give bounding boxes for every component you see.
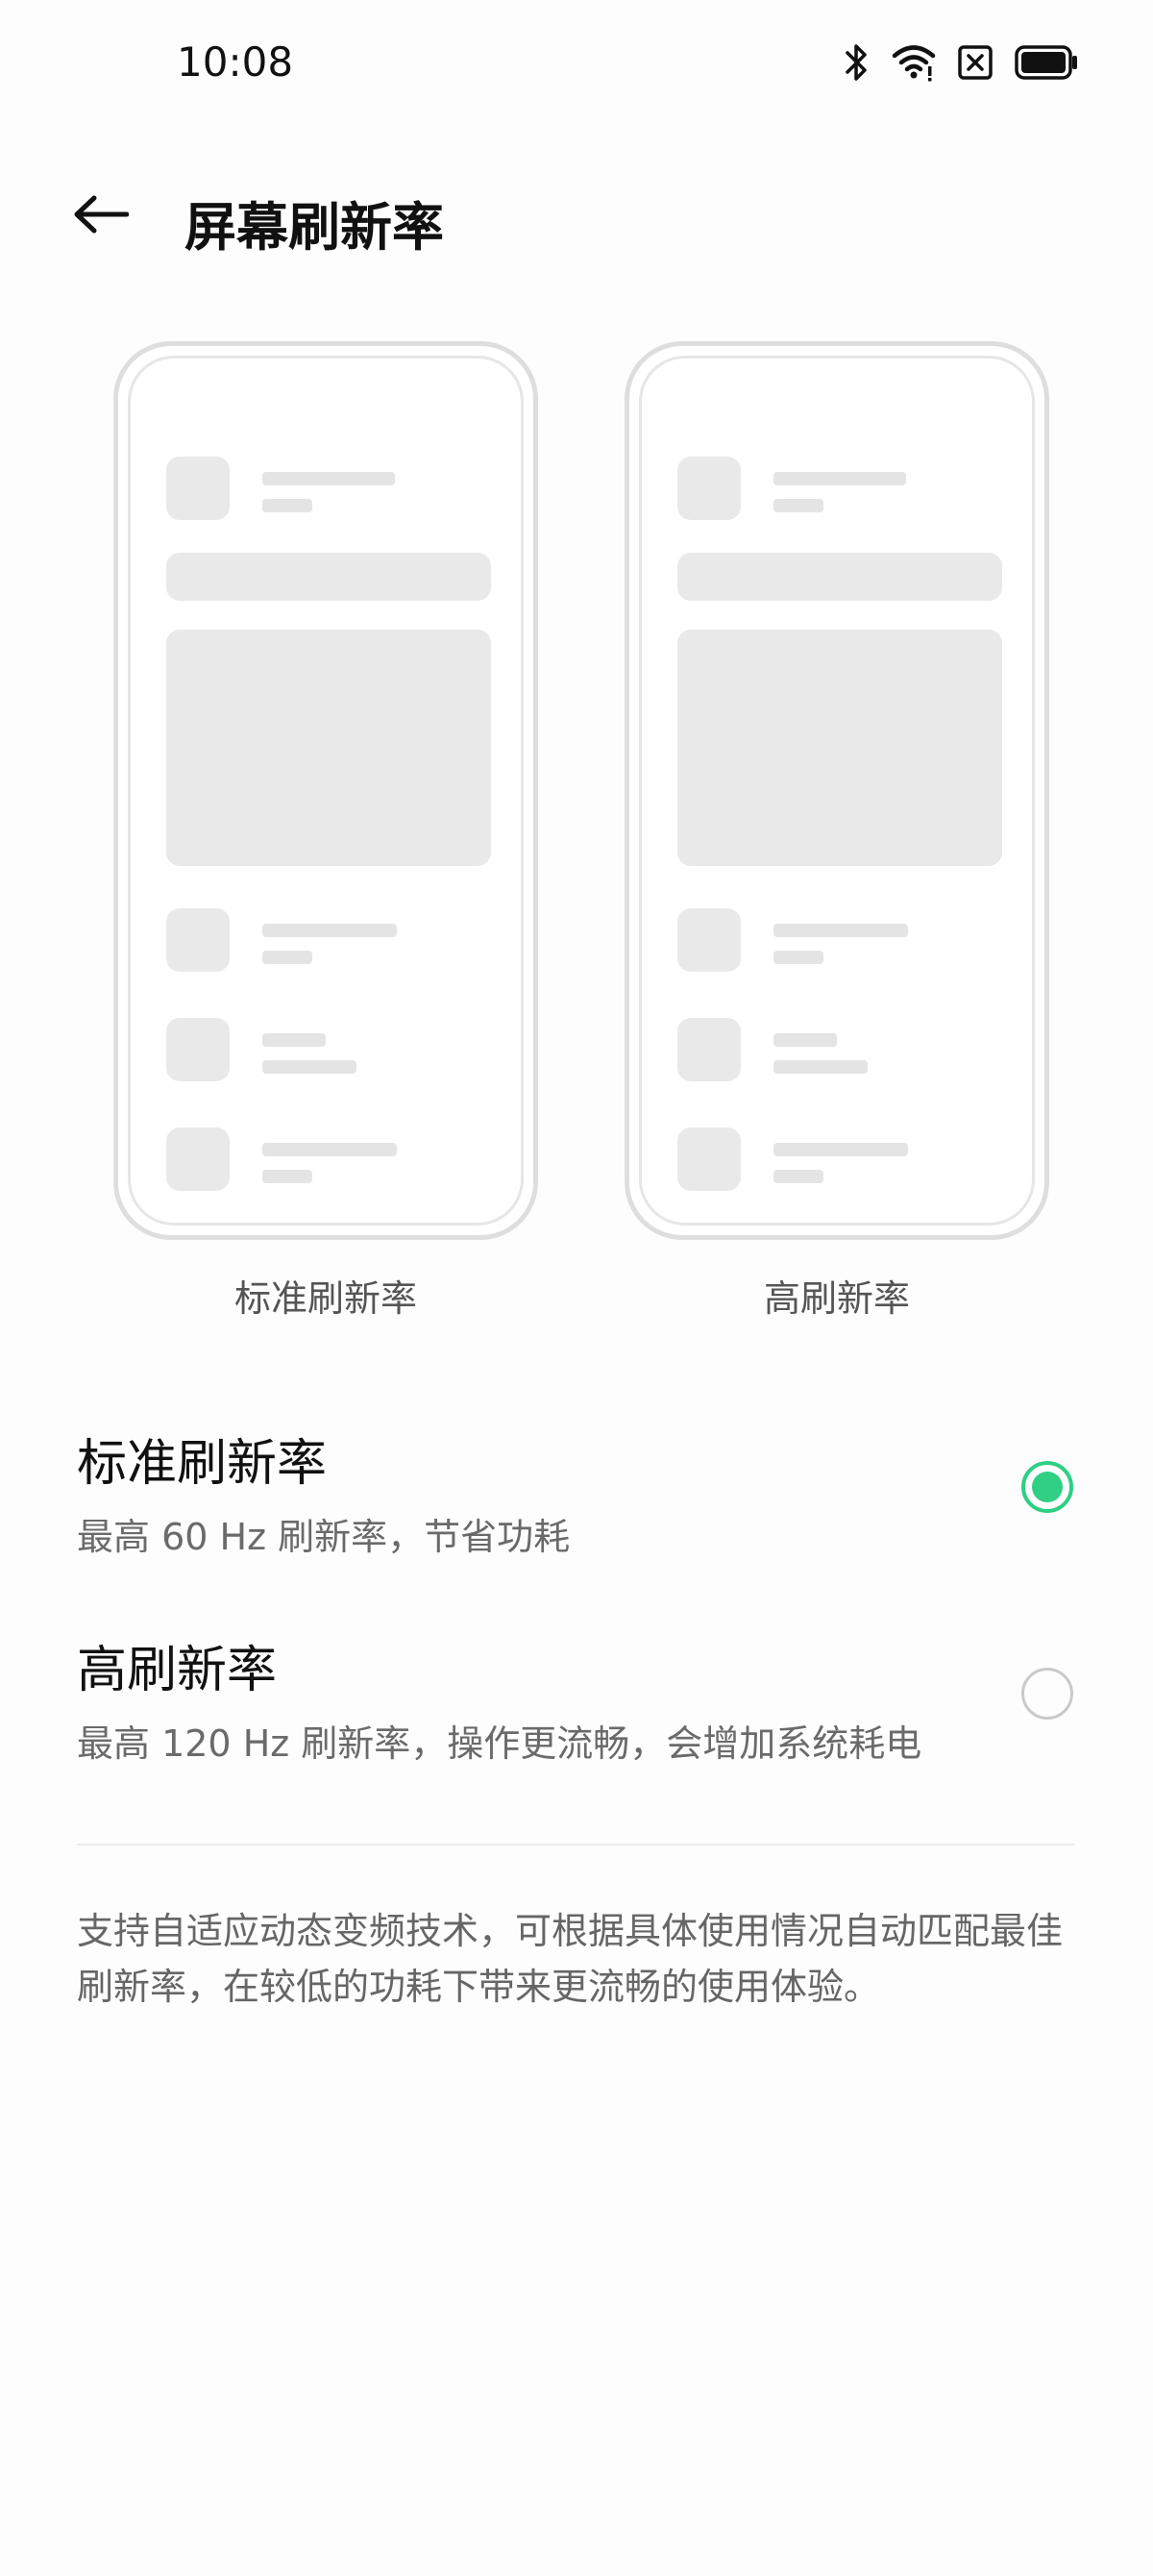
sim-off-icon — [957, 44, 994, 81]
phone-mockup — [113, 341, 538, 1240]
skeleton-line — [773, 1060, 868, 1074]
skeleton-avatar — [166, 908, 230, 972]
option-title: 高刷新率 — [77, 1642, 278, 1699]
skeleton-image — [677, 630, 1002, 866]
skeleton-line — [773, 951, 823, 964]
phone-screen — [639, 356, 1035, 1226]
skeleton-avatar — [677, 457, 741, 520]
radio-high-unselected[interactable] — [1021, 1668, 1073, 1720]
app-bar: 屏幕刷新率 — [0, 154, 1153, 279]
skeleton-avatar — [677, 908, 741, 972]
skeleton-line — [262, 1170, 312, 1183]
option-description: 最高 120 Hz 刷新率，操作更流畅，会增加系统耗电 — [77, 1722, 922, 1765]
skeleton-line — [773, 1033, 837, 1047]
skeleton-line — [262, 1060, 356, 1074]
divider — [77, 1844, 1074, 1845]
skeleton-avatar — [677, 1127, 741, 1191]
preview-label-high: 高刷新率 — [763, 1277, 910, 1320]
radio-standard-selected[interactable] — [1021, 1461, 1073, 1513]
skeleton-line — [773, 1143, 908, 1156]
skeleton-avatar — [166, 1127, 230, 1191]
footnote-text: 支持自适应动态变频技术，可根据具体使用情况自动匹配最佳刷新率，在较低的功耗下带来… — [77, 1910, 1064, 2008]
skeleton-bar — [677, 553, 1002, 601]
preview-standard: 标准刷新率 — [113, 341, 538, 1320]
skeleton-line — [773, 472, 906, 485]
status-time: 10:08 — [177, 38, 294, 86]
skeleton-line — [262, 1143, 397, 1156]
option-high-refresh[interactable]: 高刷新率 最高 120 Hz 刷新率，操作更流畅，会增加系统耗电 — [0, 1629, 1153, 1821]
skeleton-image — [166, 630, 491, 866]
skeleton-avatar — [677, 1018, 741, 1081]
battery-icon — [1015, 45, 1078, 80]
skeleton-avatar — [166, 1018, 230, 1081]
skeleton-line — [262, 1033, 326, 1047]
arrow-left-icon — [73, 195, 130, 237]
preview-label-standard: 标准刷新率 — [233, 1277, 417, 1320]
skeleton-avatar — [166, 457, 230, 520]
skeleton-line — [773, 1170, 823, 1183]
status-bar: 10:08 — [0, 0, 1153, 135]
option-description: 最高 60 Hz 刷新率，节省功耗 — [77, 1516, 571, 1558]
skeleton-line — [262, 472, 395, 485]
option-title: 标准刷新率 — [77, 1435, 328, 1493]
phone-screen — [128, 356, 524, 1226]
skeleton-bar — [166, 553, 491, 601]
skeleton-line — [773, 924, 908, 937]
phone-mockup — [625, 341, 1049, 1240]
option-standard-refresh[interactable]: 标准刷新率 最高 60 Hz 刷新率，节省功耗 — [0, 1423, 1153, 1615]
skeleton-line — [262, 951, 312, 964]
page-title: 屏幕刷新率 — [184, 197, 444, 258]
skeleton-line — [773, 499, 823, 512]
status-icons — [842, 42, 1078, 83]
bluetooth-icon — [842, 42, 871, 83]
back-button[interactable] — [58, 183, 144, 250]
skeleton-line — [262, 499, 312, 512]
skeleton-line — [262, 924, 397, 937]
preview-high: 高刷新率 — [625, 341, 1049, 1320]
wifi-icon — [892, 43, 936, 82]
